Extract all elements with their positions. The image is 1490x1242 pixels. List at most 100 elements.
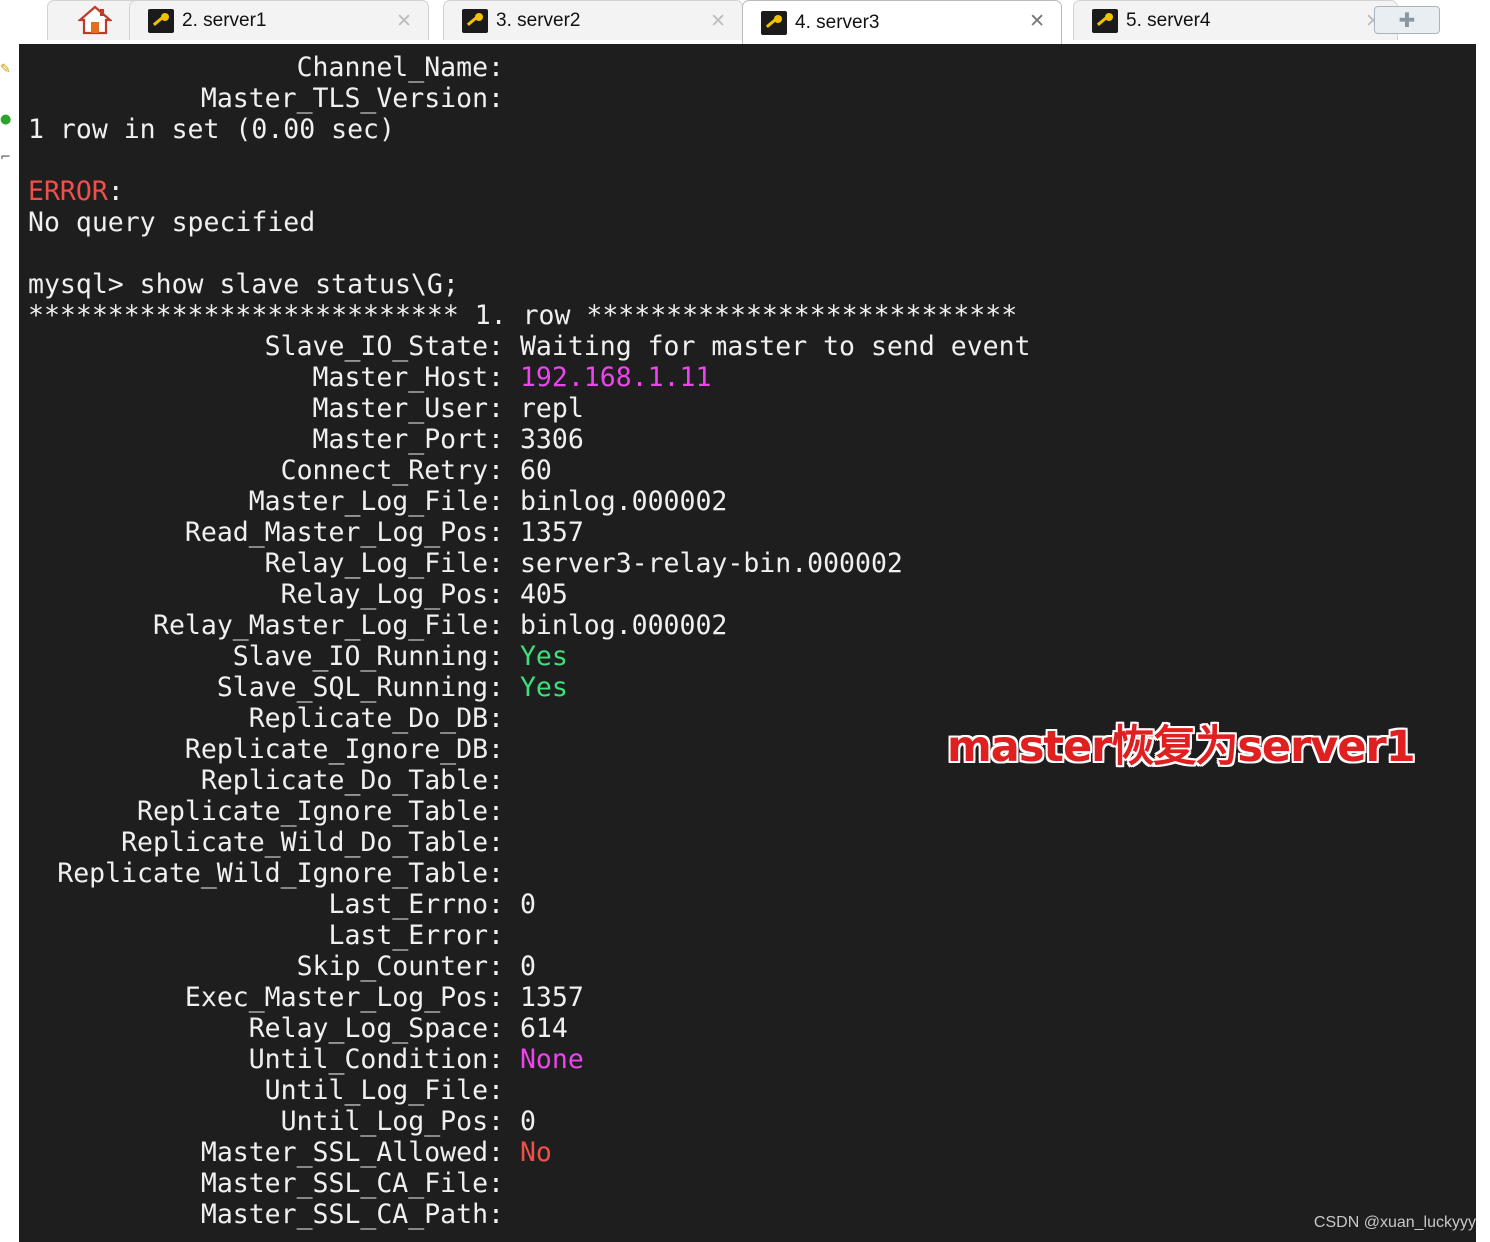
field-key: Replicate_Do_DB: [248, 703, 504, 734]
field-line: Replicate_Wild_Ignore_Table: [28, 858, 520, 889]
key-icon [148, 8, 174, 33]
field-line: Skip_Counter: 0 [28, 951, 536, 982]
tab-label: 2. server1 [182, 9, 267, 31]
result-text: 1 row in set (0.00 sec) [28, 114, 395, 145]
field-key: Until_Log_Pos: [280, 1106, 504, 1137]
field-line: Master_Host: 192.168.1.11 [28, 362, 712, 393]
field-line: Master_TLS_Version: [28, 83, 504, 114]
plus-icon: ✚ [1398, 8, 1416, 32]
home-icon [78, 5, 112, 35]
field-line: Master_Port: 3306 [28, 424, 584, 455]
field-key: Master_Port: [312, 424, 504, 455]
field-key: Last_Error: [328, 920, 505, 951]
field-value: 60 [519, 455, 552, 486]
field-line: Replicate_Do_Table: [28, 765, 520, 796]
field-line: Relay_Log_Pos: 405 [28, 579, 568, 610]
row-separator: *************************** 1. row *****… [28, 300, 1017, 331]
field-line: Until_Log_Pos: 0 [28, 1106, 536, 1137]
field-key: Exec_Master_Log_Pos: [184, 982, 504, 1013]
tab-server3[interactable]: 4. server3 ✕ [742, 0, 1062, 44]
window-right-edge [1476, 44, 1490, 1242]
field-line: Channel_Name: [28, 52, 504, 83]
field-key: Relay_Log_File: [264, 548, 504, 579]
field-key: Master_SSL_CA_Path: [200, 1199, 504, 1230]
field-key: Replicate_Wild_Do_Table: [121, 827, 504, 858]
field-value: server3-relay-bin.000002 [519, 548, 903, 579]
field-line: Until_Log_File: [28, 1075, 520, 1106]
field-line: Connect_Retry: 60 [28, 455, 552, 486]
field-key: Replicate_Do_Table: [200, 765, 504, 796]
field-value: Yes [519, 641, 568, 672]
field-value: No [519, 1137, 552, 1168]
row-header-text: *************************** 1. row *****… [28, 300, 1018, 331]
field-value: 614 [519, 1013, 568, 1044]
tab-server2[interactable]: 3. server2 ✕ [443, 0, 743, 40]
new-tab-button[interactable]: ✚ [1374, 6, 1440, 34]
field-key: Replicate_Ignore_Table: [137, 796, 504, 827]
field-value: Waiting for master to send event [519, 331, 1031, 362]
field-line: Replicate_Wild_Do_Table: [28, 827, 520, 858]
tab-server1[interactable]: 2. server1 ✕ [129, 0, 429, 40]
annotation-overlay: master恢复为server1 [947, 722, 1416, 772]
terminal-window[interactable]: Channel_Name: Master_TLS_Version: 1 row in… [19, 44, 1476, 1242]
field-line: Exec_Master_Log_Pos: 1357 [28, 982, 584, 1013]
field-key: Replicate_Wild_Ignore_Table: [57, 858, 504, 889]
field-key: Master_TLS_Version: [200, 83, 504, 114]
field-key: Master_Log_File: [248, 486, 504, 517]
close-icon[interactable]: ✕ [396, 10, 412, 32]
field-value: None [519, 1044, 584, 1075]
field-value: 0 [519, 1106, 536, 1137]
field-value: Yes [519, 672, 568, 703]
field-line: Until_Condition: None [28, 1044, 584, 1075]
field-key: Read_Master_Log_Pos: [184, 517, 504, 548]
tab-label: 3. server2 [496, 9, 581, 31]
error-label: ERROR [28, 176, 108, 207]
field-key: Master_Host: [312, 362, 504, 393]
close-icon[interactable]: ✕ [1029, 10, 1045, 32]
field-key: Master_SSL_CA_File: [200, 1168, 504, 1199]
field-line: Relay_Log_File: server3-relay-bin.000002 [28, 548, 903, 579]
session-tab-bar: 2. server1 ✕ 3. server2 ✕ 4. server3 ✕ 5. serv… [19, 0, 1490, 44]
field-key: Until_Log_File: [264, 1075, 504, 1106]
close-icon[interactable]: ✕ [710, 10, 726, 32]
field-value: 0 [519, 951, 536, 982]
field-key: Last_Errno: [328, 889, 505, 920]
result-line: 1 row in set (0.00 sec) [28, 114, 395, 145]
field-key: Skip_Counter: [296, 951, 504, 982]
field-line: Relay_Master_Log_File: binlog.000002 [28, 610, 727, 641]
watermark: CSDN @xuan_luckyyy [1313, 1214, 1476, 1231]
field-line: Master_SSL_CA_File: [28, 1168, 520, 1199]
key-icon [761, 10, 787, 35]
field-line: Last_Error: [28, 920, 520, 951]
field-line: Master_User: repl [28, 393, 584, 424]
field-value: 0 [519, 889, 536, 920]
field-line: Master_SSL_CA_Path: [28, 1199, 520, 1230]
command-text: mysql> show slave status\G; [28, 269, 459, 300]
error-colon: : [107, 176, 124, 207]
sidebar-fragment-glyph: ⌐ [0, 150, 11, 165]
field-line: Slave_SQL_Running: Yes [28, 672, 568, 703]
tab-server4[interactable]: 5. server4✕ [1073, 0, 1398, 40]
field-value: repl [519, 393, 584, 424]
field-key: Replicate_Ignore_DB: [184, 734, 504, 765]
home-tab[interactable] [47, 0, 141, 40]
field-line: Replicate_Ignore_Table: [28, 796, 520, 827]
field-line: Master_SSL_Allowed: No [28, 1137, 552, 1168]
field-value: binlog.000002 [519, 610, 728, 641]
field-value: 405 [519, 579, 568, 610]
command-prompt: mysql> show slave status\G; [28, 269, 459, 300]
field-key: Relay_Log_Space: [248, 1013, 504, 1044]
field-key: Channel_Name: [296, 52, 504, 83]
field-key: Relay_Master_Log_File: [153, 610, 504, 641]
field-line: Slave_IO_Running: Yes [28, 641, 568, 672]
field-line: Last_Errno: 0 [28, 889, 536, 920]
field-key: Until_Condition: [248, 1044, 504, 1075]
field-line: Read_Master_Log_Pos: 1357 [28, 517, 584, 548]
field-key: Slave_IO_State: [264, 331, 504, 362]
field-key: Master_SSL_Allowed: [200, 1137, 504, 1168]
error-message: No query specified [28, 207, 316, 238]
field-key: Slave_SQL_Running: [216, 672, 504, 703]
field-key: Master_User: [312, 393, 504, 424]
field-line: Replicate_Do_DB: [28, 703, 520, 734]
key-icon [1092, 8, 1118, 33]
